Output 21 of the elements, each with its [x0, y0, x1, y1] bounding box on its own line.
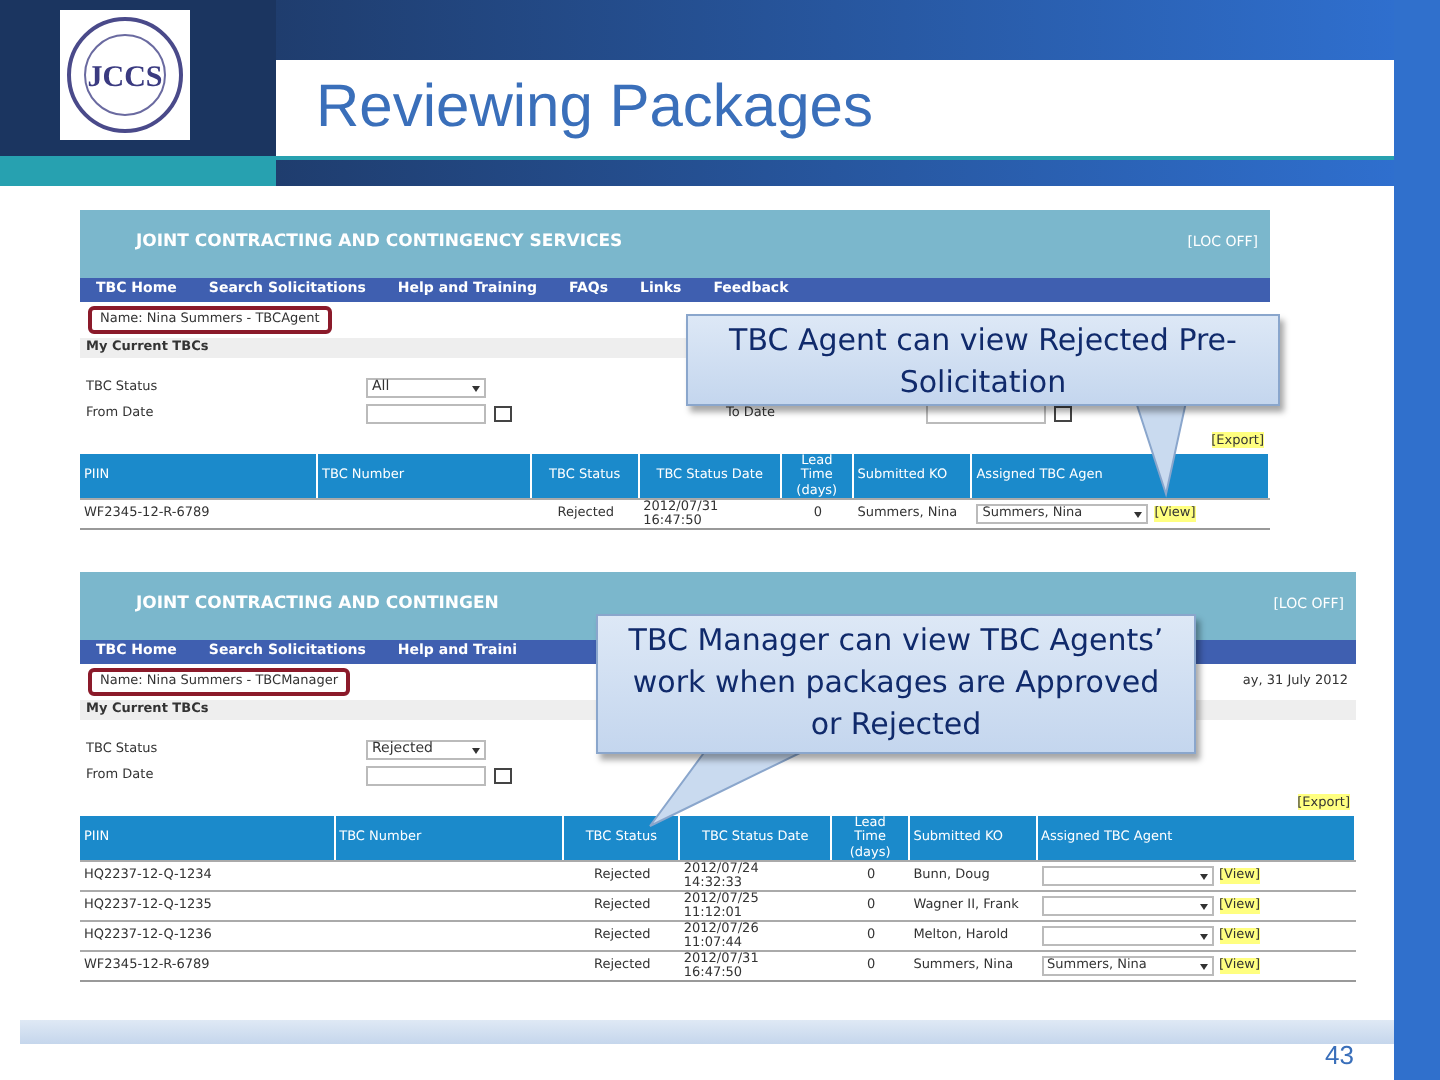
agent-dropdown[interactable] — [1041, 896, 1213, 916]
date-field[interactable] — [366, 404, 486, 424]
agent-dropdown[interactable] — [1041, 926, 1213, 946]
calendar-icon[interactable] — [494, 406, 512, 422]
site-title: JOINT CONTRACTING AND CONTINGEN — [136, 596, 499, 616]
caret-icon — [1199, 963, 1207, 969]
callout: TBC Manager can view TBC Agents’ work when packages are Approved or Rejected — [596, 614, 1196, 754]
caret-icon — [472, 747, 480, 753]
page-number: 43 — [1325, 1040, 1354, 1070]
site-title: JOINT CONTRACTING AND CONTINGENCY SERVICES — [136, 234, 623, 254]
calendar-icon[interactable] — [494, 768, 512, 784]
slide-title: Reviewing Packages — [316, 74, 873, 142]
caret-icon — [1199, 933, 1207, 939]
caret-icon — [1134, 511, 1143, 517]
caret-icon — [1199, 903, 1207, 909]
callout-pointer — [1134, 401, 1188, 498]
callout: TBC Agent can view Rejected Pre-Solicitation — [686, 314, 1280, 406]
agent-dropdown[interactable] — [1041, 866, 1213, 886]
date-field[interactable] — [366, 766, 486, 786]
caret-icon — [1199, 873, 1207, 879]
caret-icon — [472, 385, 480, 391]
